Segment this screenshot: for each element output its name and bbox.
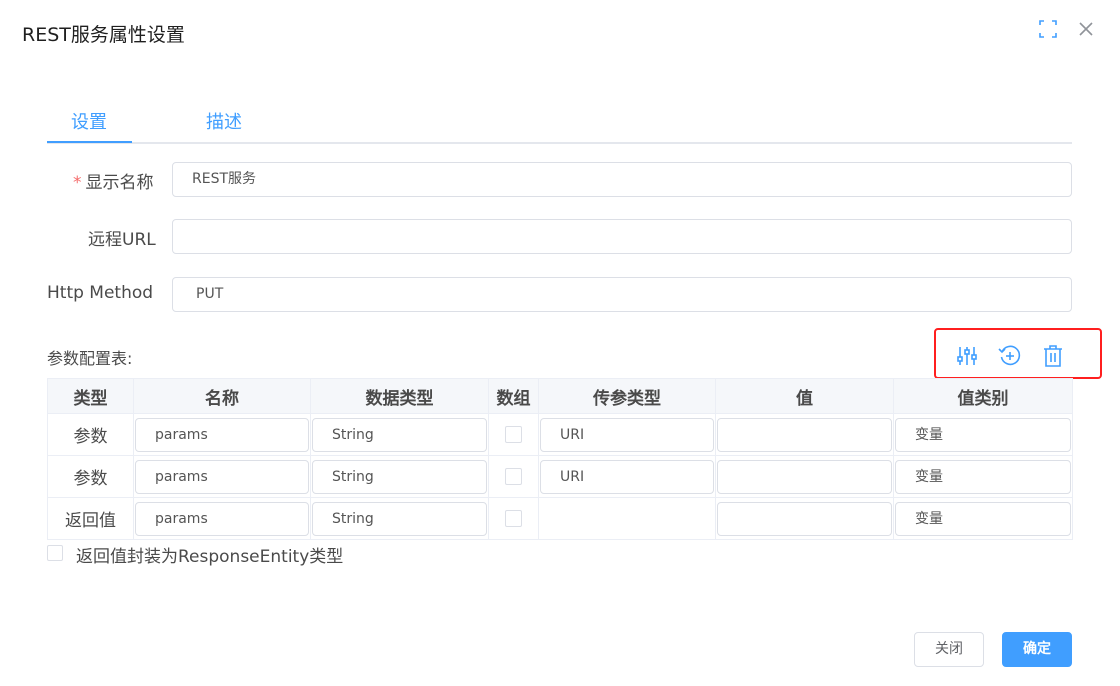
col-header-kind: 类型: [47, 378, 134, 414]
name-input[interactable]: params: [135, 417, 309, 452]
http-method-select[interactable]: PUT: [172, 277, 1072, 312]
wrap-response-label: 返回值封装为ResponseEntity类型: [76, 547, 344, 567]
wrap-response-checkbox[interactable]: [47, 545, 63, 561]
table-header-row: 类型 名称 数据类型 数组 传参类型 值 值类别: [47, 378, 1073, 414]
remote-url-label: 远程URL: [88, 230, 156, 250]
table-row: 参数 params String URI 变量: [47, 455, 1073, 498]
col-header-value: 值: [715, 378, 894, 414]
table-row: 返回值 params String 变量: [47, 497, 1073, 540]
col-header-pass-type: 传参类型: [538, 378, 716, 414]
array-checkbox[interactable]: [505, 510, 522, 527]
display-name-input[interactable]: REST服务: [172, 162, 1072, 197]
name-input[interactable]: params: [135, 501, 309, 536]
remote-url-input[interactable]: [172, 219, 1072, 254]
http-method-label: Http Method: [47, 283, 154, 303]
value-category-select[interactable]: 变量: [895, 501, 1071, 536]
data-type-select[interactable]: String: [312, 417, 487, 452]
fullscreen-icon[interactable]: [1039, 20, 1057, 38]
display-name-label: * 显示名称: [73, 173, 154, 193]
tab-settings[interactable]: 设置: [71, 108, 107, 134]
param-table: 类型 名称 数据类型 数组 传参类型 值 值类别 参数 params Strin…: [47, 378, 1073, 540]
pass-type-select[interactable]: URI: [540, 417, 714, 452]
param-table-label: 参数配置表:: [47, 349, 133, 368]
required-mark: *: [73, 173, 82, 193]
col-header-array: 数组: [488, 378, 539, 414]
delete-icon[interactable]: [1041, 344, 1065, 368]
pass-type-select[interactable]: URI: [540, 459, 714, 494]
close-button[interactable]: 关闭: [914, 632, 984, 667]
value-category-select[interactable]: 变量: [895, 459, 1071, 494]
tab-description[interactable]: 描述: [206, 108, 242, 134]
col-header-value-category: 值类别: [893, 378, 1073, 414]
dialog-title: REST服务属性设置: [22, 24, 185, 46]
confirm-button[interactable]: 确定: [1002, 632, 1072, 667]
close-icon[interactable]: [1077, 20, 1095, 38]
active-tab-indicator: [47, 141, 132, 143]
row-kind: 参数: [73, 469, 108, 489]
data-type-select[interactable]: String: [312, 501, 487, 536]
value-input[interactable]: [717, 501, 892, 536]
col-header-data-type: 数据类型: [310, 378, 489, 414]
name-input[interactable]: params: [135, 459, 309, 494]
row-kind: 参数: [73, 427, 108, 447]
row-kind: 返回值: [65, 511, 116, 531]
add-circle-icon[interactable]: [998, 344, 1022, 368]
value-input[interactable]: [717, 459, 892, 494]
value-input[interactable]: [717, 417, 892, 452]
table-row: 参数 params String URI 变量: [47, 413, 1073, 456]
data-type-select[interactable]: String: [312, 459, 487, 494]
value-category-select[interactable]: 变量: [895, 417, 1071, 452]
settings-sliders-icon[interactable]: [955, 344, 979, 368]
array-checkbox[interactable]: [505, 468, 522, 485]
col-header-name: 名称: [133, 378, 311, 414]
array-checkbox[interactable]: [505, 426, 522, 443]
tab-bar: 设置 描述: [47, 100, 1072, 144]
